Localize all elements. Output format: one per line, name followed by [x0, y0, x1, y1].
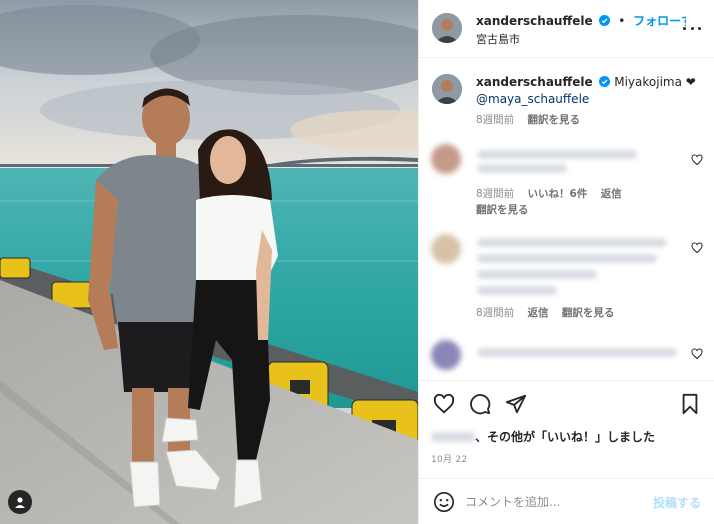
add-comment-bar: 投稿する — [419, 478, 714, 524]
comment-avatar[interactable] — [431, 234, 461, 264]
likes-summary-text: 、その他が「いいね！」しました — [475, 430, 656, 444]
caption-meta: 8週間前 翻訳を見る — [476, 112, 590, 127]
comment-item — [419, 336, 714, 376]
share-icon[interactable] — [505, 393, 527, 415]
caption-time[interactable]: 8週間前 — [476, 114, 514, 126]
comment-text-blurred — [477, 348, 677, 357]
comment-text-blurred — [477, 150, 637, 159]
comment-time[interactable]: 8週間前 — [476, 307, 514, 319]
comment-reply-button[interactable]: 返信 — [601, 188, 622, 200]
post-date[interactable]: 10月 22 — [431, 452, 468, 465]
bookmark-icon[interactable] — [679, 393, 701, 415]
post-caption: xanderschauffele Miyakojima ❤ @maya_scha… — [419, 68, 714, 130]
post-action-bar — [419, 380, 714, 426]
post-details-panel: xanderschauffele • フォローする 宮古島市 xandersch… — [418, 0, 714, 524]
caption-translate-link[interactable]: 翻訳を見る — [528, 114, 581, 126]
more-options-icon[interactable] — [683, 19, 701, 37]
post-header: xanderschauffele • フォローする 宮古島市 — [419, 0, 714, 58]
comment-meta-translate: 翻訳を見る — [476, 202, 539, 217]
comment-meta: 8週間前 返信 翻訳を見る — [476, 305, 624, 320]
comment-text-blurred — [477, 286, 557, 295]
comment-text-blurred — [477, 238, 667, 247]
comment-heart-icon[interactable] — [691, 154, 703, 166]
comment-translate-link[interactable]: 翻訳を見る — [476, 204, 529, 216]
likes-summary[interactable]: 、その他が「いいね！」しました — [431, 428, 711, 445]
comment-heart-icon[interactable] — [691, 348, 703, 360]
caption-author-avatar[interactable] — [432, 74, 462, 104]
caption-username[interactable]: xanderschauffele — [476, 75, 593, 89]
comment-avatar[interactable] — [431, 340, 461, 370]
author-avatar[interactable] — [432, 13, 462, 43]
separator-dot: • — [618, 14, 626, 28]
post-comment-button[interactable]: 投稿する — [653, 494, 701, 511]
comment-heart-icon[interactable] — [691, 242, 703, 254]
post-photo[interactable] — [0, 0, 418, 524]
heart-icon[interactable] — [433, 393, 455, 415]
comment-text-blurred — [477, 254, 657, 263]
user-tag-icon[interactable] — [8, 490, 32, 514]
follow-button[interactable]: フォローする — [633, 14, 686, 28]
comment-text-blurred — [477, 164, 567, 173]
comment-reply-button[interactable]: 返信 — [528, 307, 549, 319]
comment-item: 8週間前 返信 翻訳を見る — [419, 230, 714, 320]
liker-name-blurred[interactable] — [431, 432, 475, 442]
caption-text: Miyakojima ❤ — [614, 75, 696, 89]
author-username[interactable]: xanderschauffele — [476, 14, 593, 28]
comment-time[interactable]: 8週間前 — [476, 188, 514, 200]
header-username-row: xanderschauffele • フォローする — [476, 12, 686, 29]
comment-likes-count[interactable]: いいね！6件 — [528, 188, 588, 200]
comment-avatar[interactable] — [431, 144, 461, 174]
comment-input[interactable] — [465, 490, 645, 514]
verified-badge-icon — [599, 15, 611, 26]
post-location[interactable]: 宮古島市 — [476, 31, 520, 47]
emoji-icon[interactable] — [433, 491, 455, 513]
caption-mention-link[interactable]: @maya_schauffele — [476, 92, 589, 106]
comment-item: 8週間前 いいね！6件 返信 翻訳を見る — [419, 140, 714, 220]
comment-text-blurred — [477, 270, 597, 279]
comment-meta: 8週間前 いいね！6件 返信 — [476, 186, 632, 201]
photo-illustration — [0, 0, 418, 524]
comment-translate-link[interactable]: 翻訳を見る — [562, 307, 615, 319]
verified-badge-icon — [599, 76, 611, 87]
comment-icon[interactable] — [469, 393, 491, 415]
caption-text-block: xanderschauffele Miyakojima ❤ @maya_scha… — [476, 74, 696, 108]
